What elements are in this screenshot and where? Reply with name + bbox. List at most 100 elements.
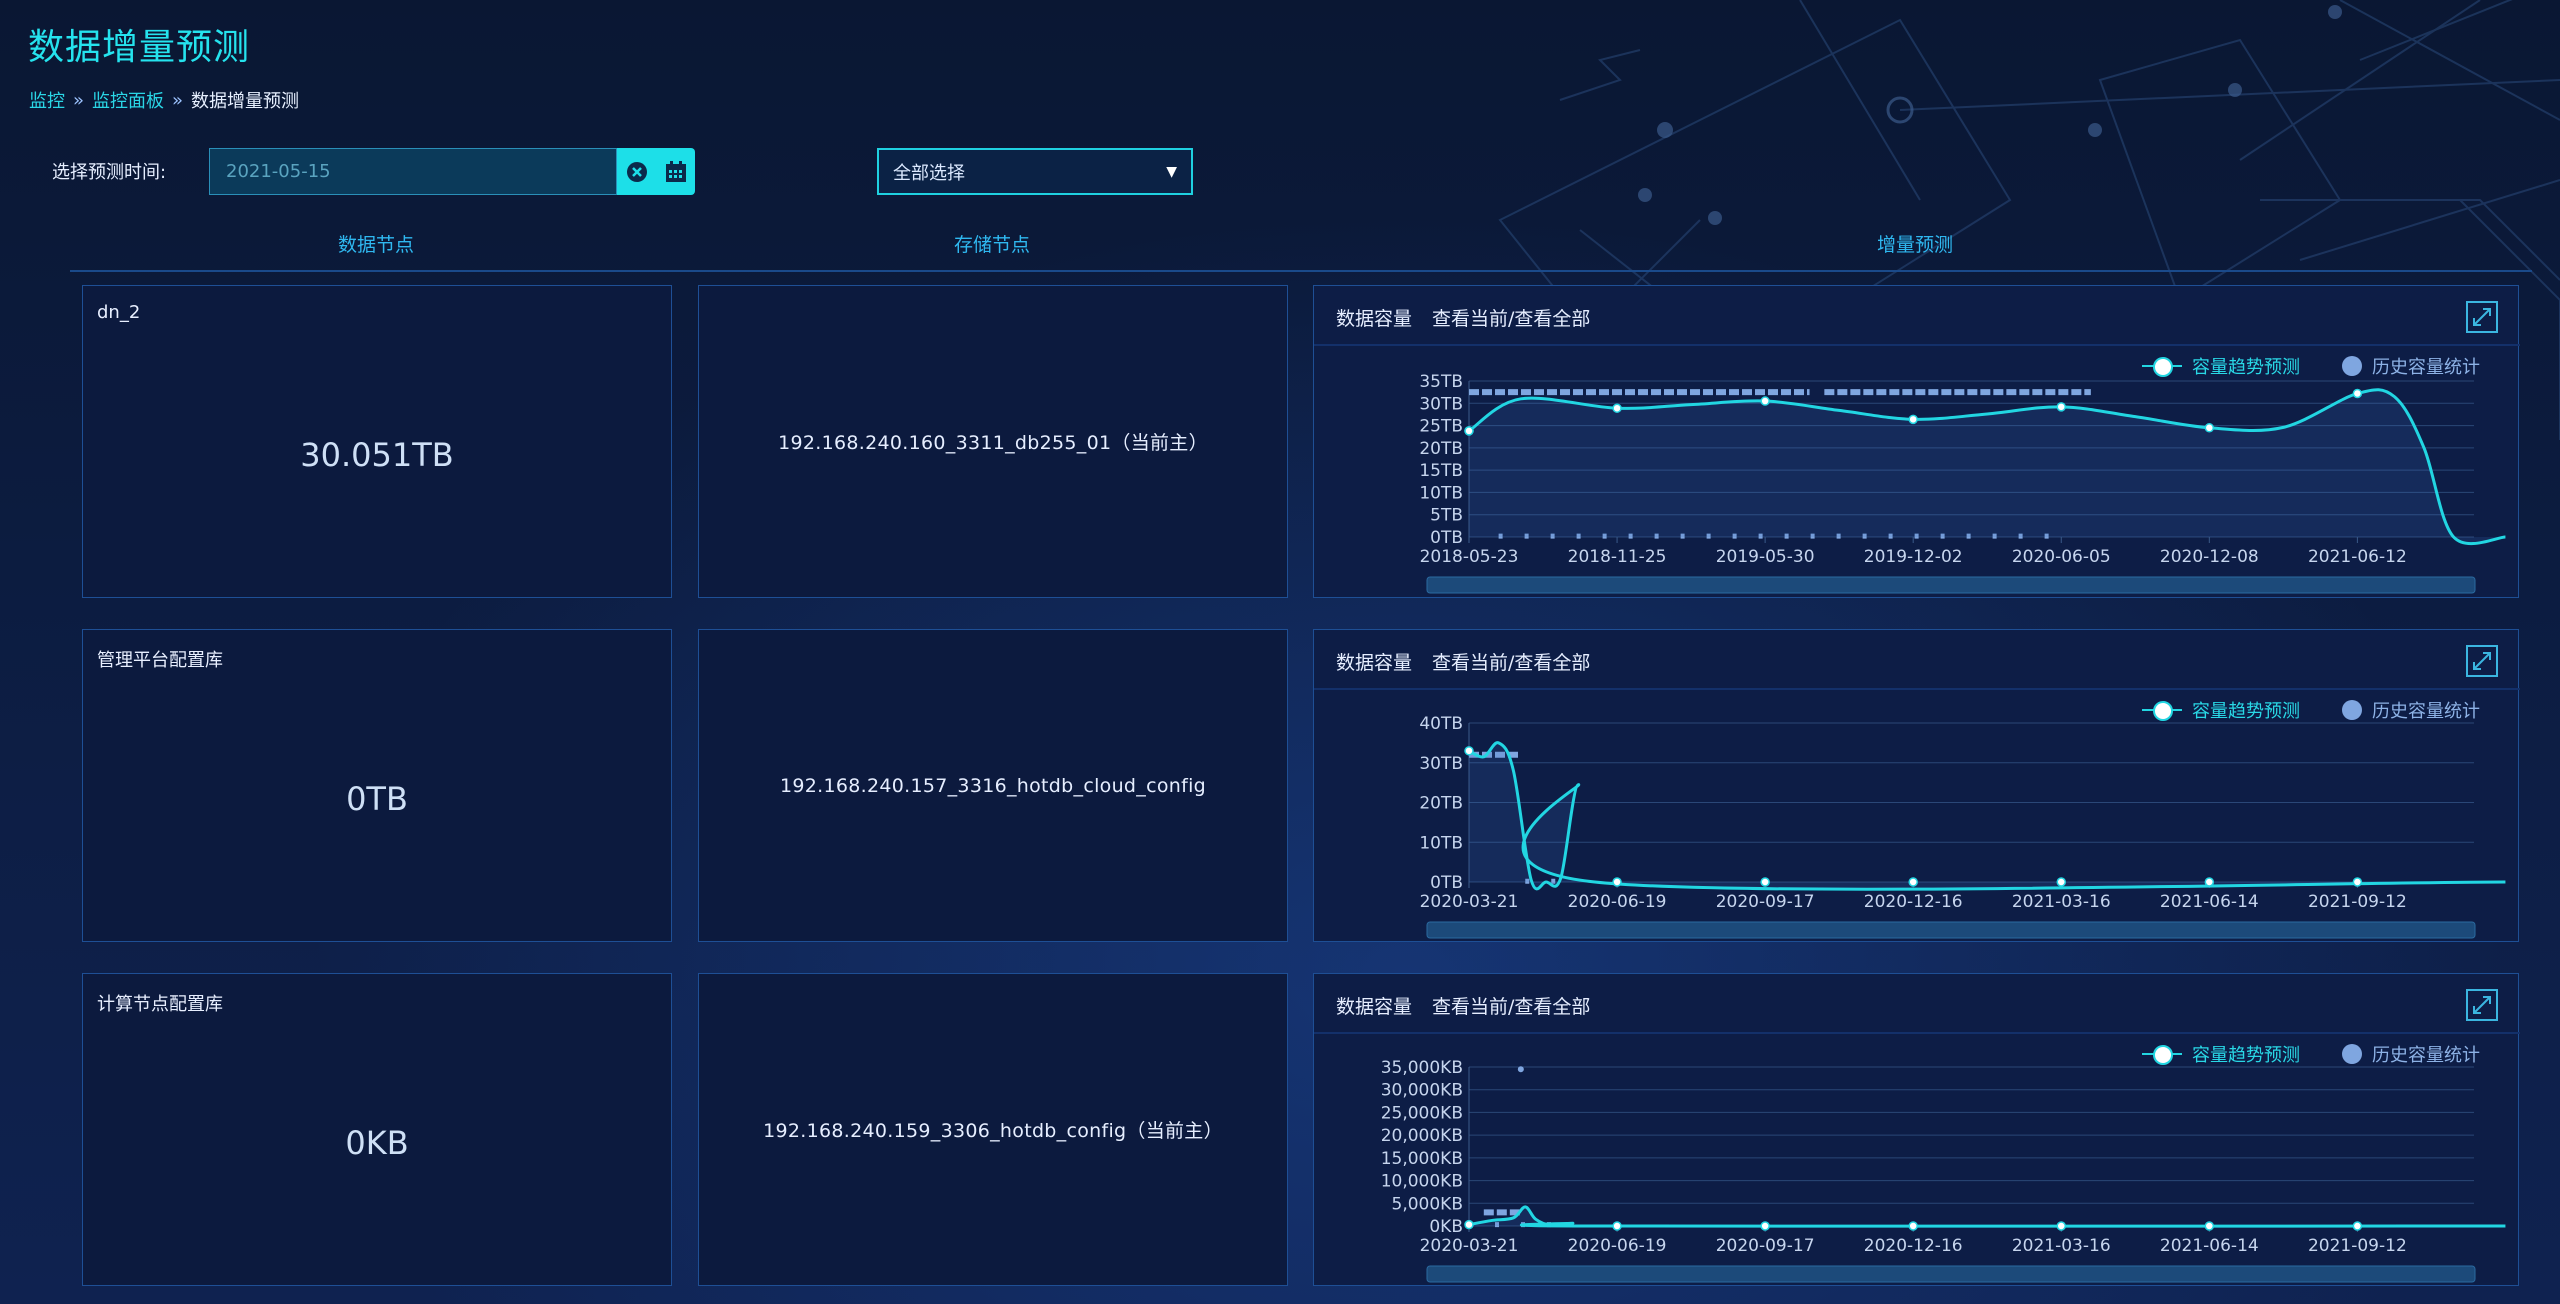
y-tick-label: 20,000KB <box>1381 1126 1463 1146</box>
x-tick-label: 2020-09-17 <box>1716 1236 1815 1256</box>
trend-point <box>2056 402 2066 412</box>
forecast-chart: 0TB 10TB 20TB 30TB 40TB 2020-03-21 2020-06-19 2… <box>1314 688 2520 939</box>
chart-zoom-scrollbar[interactable] <box>1426 921 2476 939</box>
trend-point <box>1612 403 1622 413</box>
x-tick-label: 2021-03-16 <box>2012 892 2111 912</box>
trend-point <box>1760 877 1770 887</box>
x-tick-label: 2019-05-30 <box>1716 547 1815 567</box>
trend-point <box>2204 877 2215 887</box>
breadcrumb: 监控 » 监控面板 » 数据增量预测 <box>29 87 299 113</box>
y-tick-label: 5TB <box>1430 506 1463 526</box>
x-tick-label: 2021-06-14 <box>2160 1236 2259 1256</box>
trend-point <box>2204 423 2215 433</box>
forecast-time-label: 选择预测时间: <box>52 162 167 183</box>
chevron-right-icon: » <box>172 89 184 111</box>
x-tick-label: 2018-05-23 <box>1420 547 1519 567</box>
chart-divider <box>1314 1032 2520 1034</box>
node-select-value: 全部选择 <box>893 162 965 184</box>
x-tick-label: 2020-03-21 <box>1420 892 1519 912</box>
x-tick-label: 2020-09-17 <box>1716 892 1815 912</box>
forecast-chart-card: 数据容量 查看当前/查看全部 容量趋势预测 历史容量统计 0TB 10TB 20TB 30TB… <box>1313 629 2520 942</box>
data-node-name: dn_2 <box>97 302 141 323</box>
storage-node-name: 192.168.240.159_3306_hotdb_config（当前主） <box>763 1120 1223 1142</box>
trend-point <box>1760 396 1770 406</box>
trend-point <box>1908 414 1918 425</box>
y-tick-label: 0KB <box>1429 1217 1463 1237</box>
forecast-chart: 0KB 5,000KB10,000KB 15,000KB 20,000KB 25,000… <box>1314 1032 2520 1283</box>
trend-point <box>2352 1221 2363 1231</box>
trend-point <box>1464 746 1474 756</box>
x-tick-label: 2020-06-19 <box>1568 1236 1667 1256</box>
trend-point <box>1612 877 1622 887</box>
storage-node-name: 192.168.240.157_3316_hotdb_cloud_config <box>779 774 1207 797</box>
storage-node-card: 192.168.240.157_3316_hotdb_cloud_config <box>698 629 1288 942</box>
y-tick-label: 30,000KB <box>1381 1081 1463 1101</box>
breadcrumb-item-current: 数据增量预测 <box>191 91 300 112</box>
data-node-value: 0KB <box>345 1124 409 1162</box>
trend-point <box>2056 877 2066 887</box>
y-tick-label: 0TB <box>1430 873 1463 893</box>
storage-node-card: 192.168.240.159_3306_hotdb_config（当前主） <box>698 973 1288 1286</box>
storage-node-name: 192.168.240.160_3311_db255_01（当前主） <box>778 432 1208 454</box>
x-tick-label: 2021-03-16 <box>2012 1236 2111 1256</box>
y-tick-label: 15TB <box>1419 461 1463 481</box>
caret-down-icon: ▼ <box>1166 163 1177 180</box>
column-headers: 数据节点 存储节点 增量预测 <box>70 226 2532 272</box>
date-picker-buttons <box>617 148 695 195</box>
y-tick-label: 0TB <box>1430 528 1463 548</box>
x-tick-label: 2021-09-12 <box>2308 1236 2407 1256</box>
clear-icon[interactable] <box>622 157 652 187</box>
x-tick-label: 2020-06-05 <box>2012 547 2111 567</box>
y-tick-label: 30TB <box>1419 394 1463 414</box>
y-tick-label: 40TB <box>1419 714 1463 734</box>
page: 数据增量预测 监控 » 监控面板 » 数据增量预测 选择预测时间: 全部选择 ▼… <box>0 0 2560 1304</box>
x-tick-label: 2021-06-12 <box>2308 547 2407 567</box>
forecast-chart-card: 数据容量 查看当前/查看全部 容量趋势预测 历史容量统计 0KB 5,000KB 10,00… <box>1313 973 2520 1286</box>
x-tick-label: 2020-12-16 <box>1864 892 1963 912</box>
trend-area <box>1469 742 2506 890</box>
y-tick-label: 10TB <box>1419 833 1463 853</box>
node-select[interactable]: 全部选择 ▼ <box>877 148 1193 195</box>
y-tick-label: 25TB <box>1419 417 1463 437</box>
y-tick-label: 5,000KB <box>1392 1194 1463 1214</box>
trend-series-line <box>1468 741 2506 891</box>
chart-zoom-scrollbar[interactable] <box>1426 1265 2476 1283</box>
chart-divider <box>1314 344 2520 346</box>
history-point <box>1517 1066 1524 1073</box>
column-header-data-node: 数据节点 <box>337 234 415 256</box>
column-header-forecast: 增量预测 <box>1876 234 1954 256</box>
y-tick-label: 30TB <box>1419 754 1463 774</box>
data-node-card: 管理平台配置库 0TB <box>82 629 672 942</box>
trend-point <box>2352 877 2363 887</box>
x-tick-label: 2019-12-02 <box>1864 547 1963 567</box>
y-tick-label: 15,000KB <box>1381 1149 1463 1169</box>
trend-point <box>2352 388 2363 399</box>
page-title: 数据增量预测 <box>28 27 251 68</box>
calendar-icon[interactable] <box>661 157 691 187</box>
chart-zoom-scrollbar[interactable] <box>1426 576 2476 594</box>
data-node-value: 0TB <box>346 780 408 818</box>
trend-point <box>2056 1221 2066 1231</box>
data-node-card: dn_2 30.051TB <box>82 285 672 598</box>
x-tick-label: 2018-11-25 <box>1568 547 1667 567</box>
forecast-chart: 0TB5TB 10TB15TB20TB25TB 30TB35TB 2018-05-23… <box>1314 344 2520 594</box>
trend-point <box>1908 1221 1918 1231</box>
trend-series-line <box>1468 1205 2506 1228</box>
trend-point <box>1612 1221 1622 1231</box>
y-tick-label: 35TB <box>1419 372 1463 392</box>
y-tick-label: 10TB <box>1419 483 1463 503</box>
forecast-chart-card: 数据容量 查看当前/查看全部 容量趋势预测 历史容量统计 0TB 5TB 10TB 15TB 2… <box>1313 285 2520 598</box>
x-tick-label: 2020-03-21 <box>1420 1236 1519 1256</box>
chevron-right-icon: » <box>73 89 85 111</box>
data-node-value: 30.051TB <box>300 436 454 474</box>
x-tick-label: 2021-06-14 <box>2160 892 2259 912</box>
breadcrumb-item-monitor[interactable]: 监控 <box>29 87 65 113</box>
trend-point <box>1464 1219 1474 1230</box>
forecast-date-input[interactable] <box>210 149 616 194</box>
y-tick-label: 10,000KB <box>1381 1172 1463 1192</box>
x-tick-label: 2020-06-19 <box>1568 892 1667 912</box>
y-tick-label: 25,000KB <box>1381 1103 1463 1123</box>
data-node-name: 管理平台配置库 <box>97 650 223 671</box>
breadcrumb-item-dashboard[interactable]: 监控面板 <box>92 87 164 113</box>
x-tick-label: 2020-12-16 <box>1864 1236 1963 1256</box>
